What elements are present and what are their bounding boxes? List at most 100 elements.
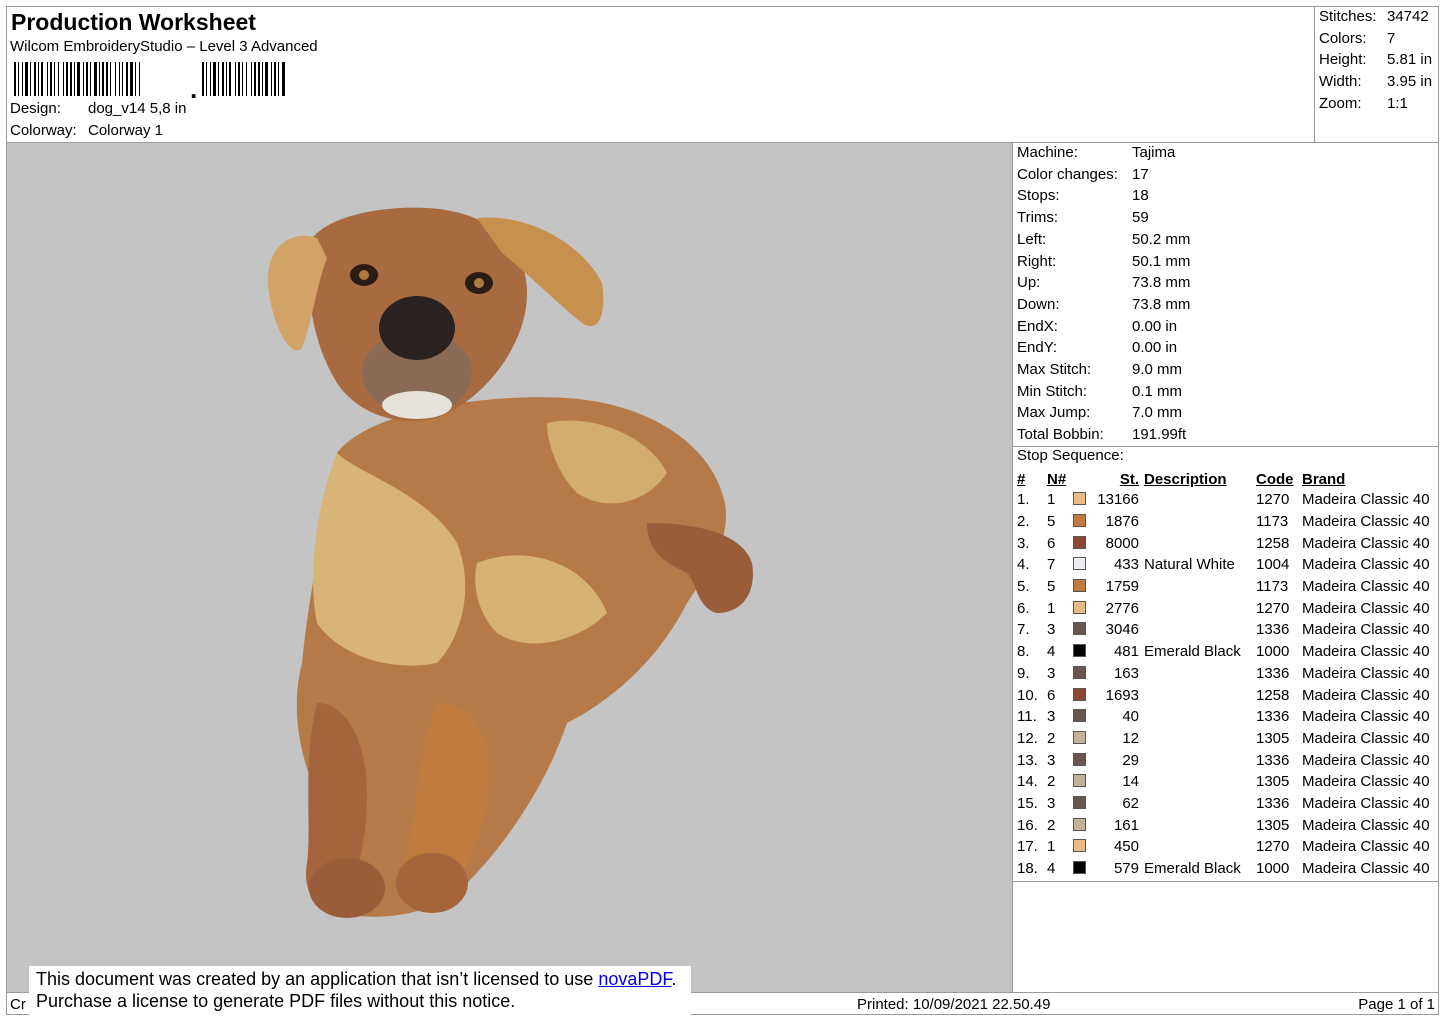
thread-brand: Madeira Classic 40 [1302,686,1430,704]
barcode-digits: , [190,74,197,98]
table-row: 18. 4 579 Emerald Black 1000 Madeira Classic … [1014,858,1442,880]
machine-property-row: Trims: 59 [1017,209,1149,231]
thread-color-swatch [1073,839,1086,853]
width-value: 3.95 in [1387,73,1433,90]
novapdf-link[interactable]: novaPDF [598,969,671,989]
stitch-count: 1693 [1105,686,1139,704]
color-swatch [1073,836,1094,858]
color-swatch [1073,814,1094,836]
thread-brand: Madeira Classic 40 [1302,491,1430,509]
machine-property-row: Left: 50.2 mm [1017,231,1190,253]
col-index-header: # [1017,470,1026,488]
stitch-count: 62 [1122,794,1139,812]
stop-index: 18. [1017,860,1038,878]
color-swatch [1073,684,1094,706]
machine-property-row: Max Jump: 7.0 mm [1017,404,1182,426]
needle-number: 2 [1047,816,1056,834]
property-label: Down: [1017,295,1060,313]
machine-property-row: Down: 73.8 mm [1017,296,1190,318]
thread-description [1139,728,1256,750]
page-number: Page 1 of 1 [1358,996,1435,1013]
property-label: Machine: [1017,144,1078,161]
property-label: Right: [1017,252,1057,270]
stitch-count: 163 [1113,664,1139,682]
stitch-count: 1876 [1105,513,1139,531]
thread-code: 1173 [1256,513,1289,531]
table-row: 15. 3 62 1336 Madeira Classic 40 [1014,793,1442,815]
thread-brand: Madeira Classic 40 [1302,794,1430,812]
thread-color-swatch [1073,687,1086,701]
table-row: 10. 6 1693 1258 Madeira Classic 40 [1014,684,1442,706]
needle-number: 3 [1047,708,1056,726]
thread-color-swatch [1073,774,1086,788]
worksheet-header: Production Worksheet Wilcom EmbroiderySt… [6,6,1315,143]
thread-code: 1000 [1256,643,1290,661]
thread-description: Natural White [1144,556,1235,574]
thread-description [1139,663,1256,685]
design-preview [7,143,1013,992]
thread-brand: Madeira Classic 40 [1302,816,1430,834]
software-name: Wilcom EmbroideryStudio – Level 3 Advanc… [10,38,318,55]
property-value: 50.2 mm [1132,230,1191,248]
machine-property-row: Max Stitch: 9.0 mm [1017,361,1182,383]
property-value: 7.0 mm [1132,404,1183,422]
table-row: 4. 7 433 Natural White 1004 Madeira Classic 4… [1014,554,1442,576]
barcode-image: , [14,62,285,98]
thread-code: 1258 [1256,534,1290,552]
thread-description: Emerald Black [1144,643,1241,661]
color-swatch [1073,858,1094,880]
stitch-count: 2776 [1105,599,1139,617]
stitch-count: 12 [1122,729,1139,747]
col-brand-header: Brand [1302,470,1346,488]
thread-code: 1305 [1256,816,1290,834]
stitch-count: 433 [1113,556,1139,574]
color-swatch [1073,489,1094,511]
table-row: 3. 6 8000 1258 Madeira Classic 40 [1014,532,1442,554]
thread-description [1139,836,1256,858]
needle-number: 4 [1047,643,1056,661]
width-row: Width: 3.95 in [1319,73,1432,95]
thread-code: 1270 [1256,491,1290,509]
thread-code: 1336 [1256,794,1290,812]
design-label: Design: [10,100,61,117]
property-label: Total Bobbin: [1017,426,1104,444]
colors-row: Colors: 7 [1319,30,1395,52]
stitch-count: 29 [1122,751,1139,769]
thread-description [1139,749,1256,771]
table-row: 6. 1 2776 1270 Madeira Classic 40 [1014,597,1442,619]
table-row: 2. 5 1876 1173 Madeira Classic 40 [1014,511,1442,533]
machine-property-row: Min Stitch: 0.1 mm [1017,383,1182,405]
property-label: Left: [1017,230,1047,248]
thread-color-swatch [1073,665,1086,679]
thread-brand: Madeira Classic 40 [1302,773,1430,791]
colorway-label: Colorway: [10,122,77,139]
stitch-count: 1759 [1105,578,1139,596]
thread-code: 1336 [1256,621,1290,639]
property-value: 17 [1132,165,1149,183]
col-needle-header: N# [1047,470,1067,488]
thread-color-swatch [1073,492,1086,506]
needle-number: 3 [1047,794,1056,812]
property-value: 191.99ft [1132,426,1187,444]
thread-code: 1173 [1256,578,1289,596]
stitches-value: 34742 [1387,8,1429,25]
machine-property-row: Up: 73.8 mm [1017,274,1190,296]
thread-code: 1305 [1256,729,1290,747]
notice-period: . [671,969,677,989]
stitches-label: Stitches: [1319,8,1377,25]
thread-description: Emerald Black [1144,860,1241,878]
stitch-count: 481 [1113,643,1139,661]
machine-property-row: Machine: Tajima [1017,144,1175,166]
property-label: Trims: [1017,209,1059,227]
colors-label: Colors: [1319,30,1367,47]
table-row: 12. 2 12 1305 Madeira Classic 40 [1014,728,1442,750]
thread-color-swatch [1073,752,1086,766]
thread-color-swatch [1073,644,1086,658]
property-value: 73.8 mm [1132,274,1191,292]
table-row: 9. 3 163 1336 Madeira Classic 40 [1014,663,1442,685]
thread-code: 1270 [1256,599,1290,617]
notice-text: This document was created by an applicat… [36,969,599,989]
zoom-label: Zoom: [1319,95,1362,112]
needle-number: 1 [1047,491,1056,509]
thread-brand: Madeira Classic 40 [1302,838,1430,856]
